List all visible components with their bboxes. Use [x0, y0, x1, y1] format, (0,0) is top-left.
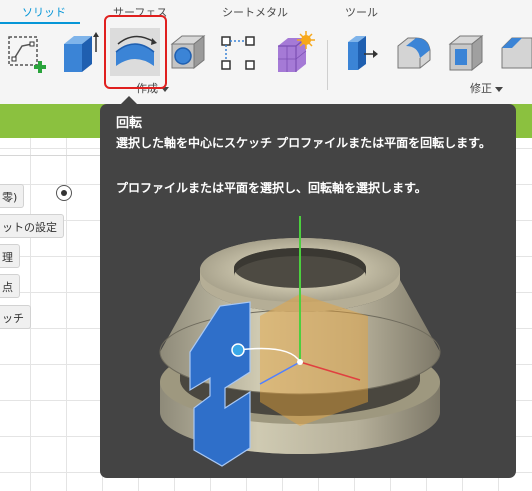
active-tab-indicator: [0, 22, 80, 24]
toolbar-divider: [327, 40, 328, 90]
visibility-radio[interactable]: [56, 185, 72, 201]
origin-point: [297, 359, 303, 365]
chevron-down-icon: [495, 86, 503, 92]
ribbon-toolbar: ソリッド サーフェス シートメタル ツール 作成 修正: [0, 0, 532, 104]
press-pull-icon[interactable]: [342, 32, 382, 74]
create-form-icon[interactable]: [272, 30, 316, 76]
browser-item-units[interactable]: 零): [0, 184, 25, 208]
revolve-illustration: [159, 216, 441, 467]
pattern-icon[interactable]: [218, 32, 258, 74]
revolve-highlight-frame: [104, 15, 167, 89]
revolve-preview: [260, 294, 368, 426]
chamfer-icon[interactable]: [498, 32, 532, 74]
tab-tools[interactable]: ツール: [345, 4, 378, 20]
tooltip-hint: プロファイルまたは平面を選択し、回転軸を選択します。: [116, 181, 427, 195]
tab-solid[interactable]: ソリッド: [22, 4, 66, 20]
fillet-icon[interactable]: [394, 32, 436, 74]
tooltip-description: 選択した軸を中心にスケッチ プロファイルまたは平面を回転します。: [116, 136, 491, 150]
hole-icon[interactable]: [166, 32, 208, 74]
rotation-handle: [231, 343, 245, 357]
browser-item-origin[interactable]: 点: [0, 274, 20, 298]
browser-item-named-views[interactable]: ットの設定: [0, 214, 64, 238]
tooltip-title: 回転: [116, 116, 143, 131]
browser-item-bodies[interactable]: 理: [0, 244, 20, 268]
browser-item-sketches[interactable]: ッチ: [0, 305, 31, 329]
revolve-tooltip: 回転 選択した軸を中心にスケッチ プロファイルまたは平面を回転します。 プロファ…: [100, 96, 516, 478]
browser-panel-header: [0, 142, 100, 156]
extrude-icon[interactable]: [58, 30, 100, 76]
shell-icon[interactable]: [446, 32, 488, 74]
modify-group-label[interactable]: 修正: [470, 80, 503, 96]
tab-sheet-metal[interactable]: シートメタル: [222, 4, 288, 20]
create-sketch-icon[interactable]: [6, 32, 48, 74]
